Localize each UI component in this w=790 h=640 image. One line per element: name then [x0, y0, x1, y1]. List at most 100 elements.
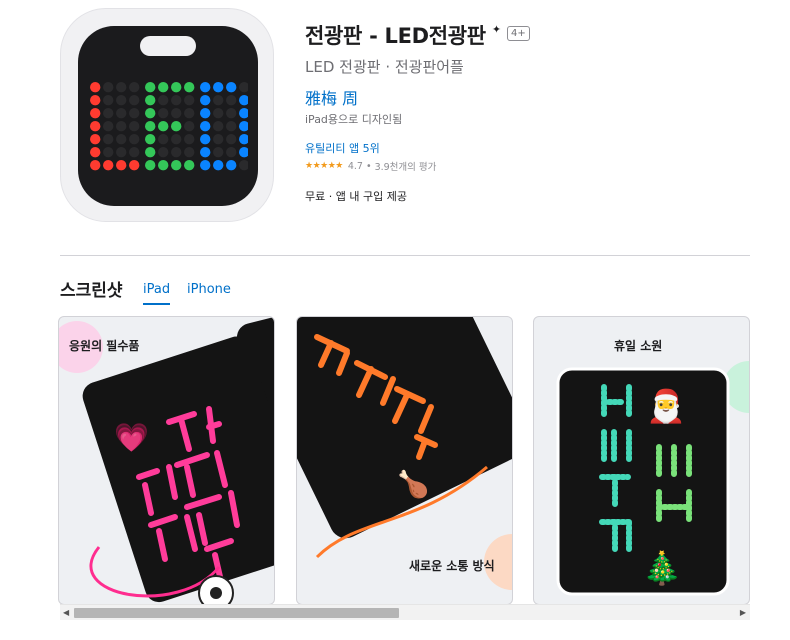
scroll-thumb[interactable]	[74, 608, 399, 618]
scroll-left-icon[interactable]: ◀	[63, 608, 69, 617]
led-dot	[171, 134, 182, 145]
led-logo-icon	[90, 82, 248, 171]
divider	[60, 255, 750, 256]
led-dot	[90, 95, 101, 106]
led-dot	[103, 108, 114, 119]
led-dot	[213, 134, 224, 145]
led-dot	[116, 134, 127, 145]
led-dot	[103, 121, 114, 132]
rating-stars-icon: ★★★★★	[305, 161, 343, 171]
led-dot	[213, 121, 224, 132]
led-dot	[116, 95, 127, 106]
led-dot	[145, 134, 156, 145]
led-dot	[171, 147, 182, 158]
led-dot	[103, 82, 114, 93]
screenshot-caption: 응원의 필수품	[69, 339, 140, 353]
led-dot	[129, 82, 140, 93]
screenshot-1-art: 💗	[59, 317, 274, 604]
led-dot	[145, 121, 156, 132]
led-dot	[171, 160, 182, 171]
title-mark: ✦	[491, 22, 502, 36]
led-dot	[116, 121, 127, 132]
led-dot	[90, 147, 101, 158]
led-dot	[239, 95, 248, 106]
app-icon	[60, 8, 274, 222]
led-dot	[90, 82, 101, 93]
led-dot	[213, 160, 224, 171]
led-dot	[184, 134, 195, 145]
tab-iphone[interactable]: iPhone	[187, 282, 231, 303]
led-dot	[171, 121, 182, 132]
led-dot	[200, 147, 211, 158]
tab-ipad[interactable]: iPad	[143, 282, 171, 305]
led-dot	[90, 121, 101, 132]
led-dot	[145, 160, 156, 171]
rating-separator: •	[365, 160, 372, 172]
led-dot	[90, 108, 101, 119]
led-dot	[129, 108, 140, 119]
icon-handle	[140, 36, 196, 56]
led-dot	[226, 82, 237, 93]
age-rating-badge: 4+	[507, 25, 530, 41]
led-dot	[145, 82, 156, 93]
led-dot	[184, 108, 195, 119]
led-dot	[213, 82, 224, 93]
developer-link[interactable]: 雅梅 周	[305, 85, 358, 109]
app-icon-board	[78, 26, 258, 206]
led-dot	[158, 134, 169, 145]
app-title: 전광판 - LED전광판	[305, 24, 486, 48]
led-dot	[103, 95, 114, 106]
led-dot	[213, 108, 224, 119]
category-rank-link[interactable]: 유틸리티 앱 5위	[305, 140, 380, 156]
led-dot	[158, 121, 169, 132]
screenshot-1[interactable]: 💗 응원의 필수품	[58, 316, 275, 605]
led-dot	[226, 160, 237, 171]
led-dot	[239, 147, 248, 158]
led-dot	[90, 160, 101, 171]
led-dot	[158, 95, 169, 106]
led-dot	[129, 134, 140, 145]
led-dot	[226, 108, 237, 119]
led-dot	[226, 147, 237, 158]
screenshot-caption: 휴일 소원	[614, 339, 663, 353]
svg-text:💗: 💗	[114, 421, 149, 454]
led-dot	[171, 108, 182, 119]
led-dot	[226, 95, 237, 106]
led-dot	[200, 108, 211, 119]
led-dot	[103, 160, 114, 171]
led-dot	[145, 95, 156, 106]
rating-count: 3.9천개의 평가	[374, 162, 437, 173]
led-dot	[239, 108, 248, 119]
led-dot	[145, 108, 156, 119]
led-dot	[200, 160, 211, 171]
led-dot	[129, 147, 140, 158]
led-dot	[171, 82, 182, 93]
screenshot-2[interactable]: 🍗 새로운 소통 방식	[296, 316, 513, 605]
led-dot	[184, 160, 195, 171]
led-dot	[200, 82, 211, 93]
led-dot	[129, 160, 140, 171]
led-dot	[158, 160, 169, 171]
led-dot	[158, 108, 169, 119]
led-dot	[200, 95, 211, 106]
led-dot	[184, 95, 195, 106]
led-dot	[116, 160, 127, 171]
screenshots-heading: 스크린샷	[60, 281, 123, 301]
rating-score: 4.7	[347, 160, 363, 172]
title-row: 전광판 - LED전광판 ✦ 4+	[305, 20, 530, 50]
screenshot-caption: 새로운 소통 방식	[409, 559, 495, 573]
screenshot-3[interactable]: 🎅 🎄 휴일 소원	[533, 316, 750, 605]
horizontal-scrollbar[interactable]: ◀ ▶	[60, 604, 750, 620]
svg-text:🎄: 🎄	[642, 549, 682, 587]
rating-row: ★★★★★ 4.7 • 3.9천개의 평가	[305, 159, 437, 174]
svg-text:🎅: 🎅	[646, 387, 686, 425]
scroll-right-icon[interactable]: ▶	[740, 608, 746, 617]
led-dot	[158, 147, 169, 158]
led-dot	[184, 147, 195, 158]
led-dot	[116, 108, 127, 119]
screenshot-3-art: 🎅 🎄	[556, 361, 749, 596]
led-dot	[213, 147, 224, 158]
led-dot	[226, 121, 237, 132]
led-dot	[213, 95, 224, 106]
led-dot	[171, 95, 182, 106]
